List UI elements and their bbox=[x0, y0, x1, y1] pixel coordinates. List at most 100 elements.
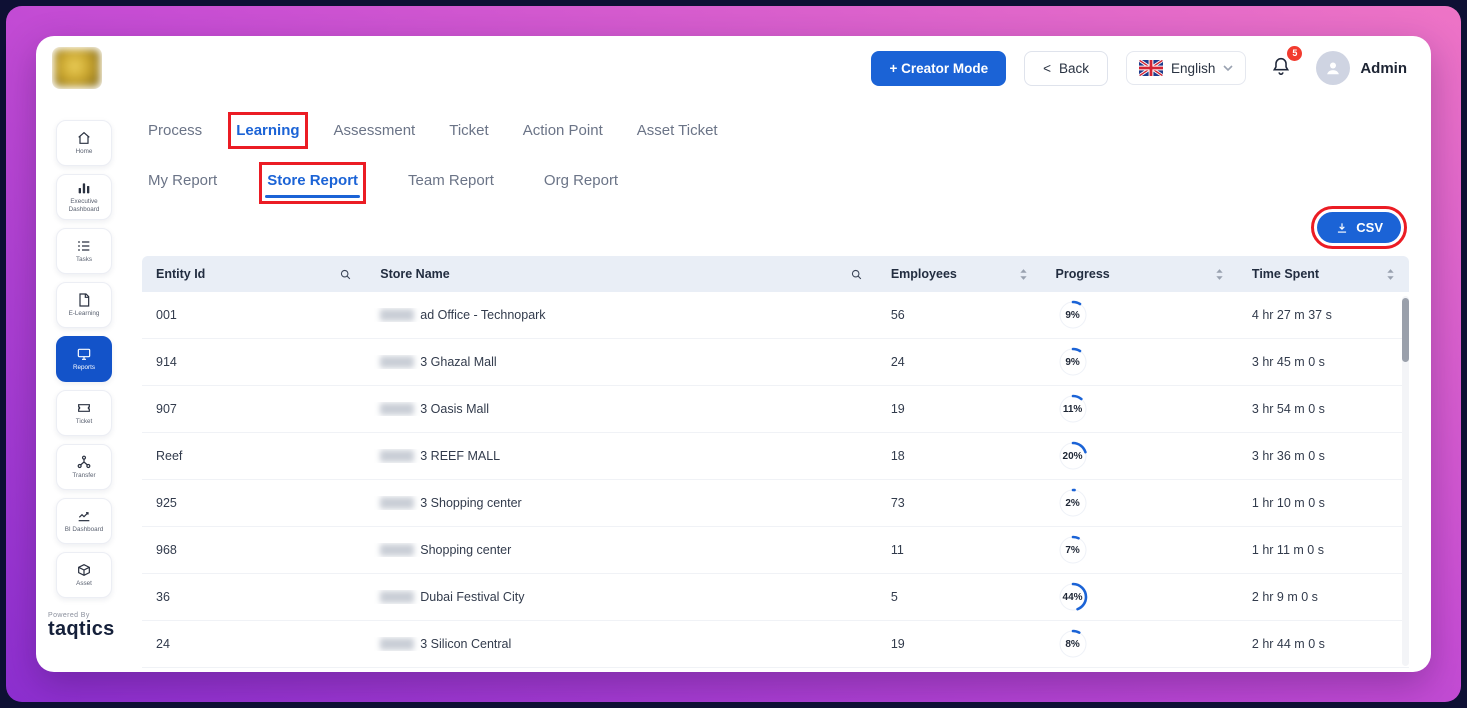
subtab-my-report[interactable]: My Report bbox=[146, 168, 219, 198]
progress-label: 8% bbox=[1056, 627, 1090, 661]
progress-cell: 8% bbox=[1042, 627, 1238, 661]
entity-id-cell: 914 bbox=[142, 355, 366, 369]
sidebar-item-transfer[interactable]: Transfer bbox=[56, 444, 112, 490]
scrollbar-thumb[interactable] bbox=[1402, 298, 1409, 362]
notifications-button[interactable]: 5 bbox=[1264, 51, 1298, 86]
avatar bbox=[1316, 51, 1350, 85]
progress-cell: 44% bbox=[1042, 580, 1238, 614]
table-row[interactable]: 36Dubai Festival City544%2 hr 9 m 0 s bbox=[142, 574, 1409, 621]
tab-assessment[interactable]: Assessment bbox=[332, 118, 418, 143]
store-name-cell: ad Office - Technopark bbox=[366, 308, 877, 322]
column-header-progress[interactable]: Progress bbox=[1042, 267, 1238, 281]
app-logo-image bbox=[54, 49, 100, 87]
table-row[interactable]: 243 Silicon Central198%2 hr 44 m 0 s bbox=[142, 621, 1409, 668]
tab-process[interactable]: Process bbox=[146, 118, 204, 143]
back-button-label: Back bbox=[1059, 61, 1089, 76]
progress-cell: 9% bbox=[1042, 298, 1238, 332]
employees-cell: 56 bbox=[877, 308, 1042, 322]
employees-cell: 73 bbox=[877, 496, 1042, 510]
back-button[interactable]: < Back bbox=[1024, 51, 1108, 86]
subtab-team-report[interactable]: Team Report bbox=[406, 168, 496, 198]
progress-ring: 11% bbox=[1056, 392, 1090, 426]
column-header-employees[interactable]: Employees bbox=[877, 267, 1042, 281]
user-label: Admin bbox=[1360, 60, 1407, 77]
tab-asset-ticket[interactable]: Asset Ticket bbox=[635, 118, 720, 143]
table-row[interactable]: 9143 Ghazal Mall249%3 hr 45 m 0 s bbox=[142, 339, 1409, 386]
table-row[interactable]: 9253 Shopping center732%1 hr 10 m 0 s bbox=[142, 480, 1409, 527]
time-spent-cell: 2 hr 9 m 0 s bbox=[1238, 590, 1409, 604]
store-name-cell: 3 Shopping center bbox=[366, 496, 877, 510]
employees-cell: 19 bbox=[877, 402, 1042, 416]
table-row[interactable]: Reef3 REEF MALL1820%3 hr 36 m 0 s bbox=[142, 433, 1409, 480]
search-icon[interactable] bbox=[339, 268, 352, 281]
employees-cell: 18 bbox=[877, 449, 1042, 463]
search-icon[interactable] bbox=[850, 268, 863, 281]
store-name-text: ad Office - Technopark bbox=[420, 308, 545, 322]
store-name-cell: 3 Ghazal Mall bbox=[366, 355, 877, 369]
progress-ring: 9% bbox=[1056, 345, 1090, 379]
progress-label: 20% bbox=[1056, 439, 1090, 473]
sort-icon[interactable] bbox=[1386, 268, 1395, 281]
subtab-store-report[interactable]: Store Report bbox=[265, 168, 360, 198]
sidebar-item-home[interactable]: Home bbox=[56, 120, 112, 166]
language-selector[interactable]: English bbox=[1126, 51, 1246, 85]
table-row[interactable]: 9073 Oasis Mall1911%3 hr 54 m 0 s bbox=[142, 386, 1409, 433]
subtab-org-report[interactable]: Org Report bbox=[542, 168, 620, 198]
uk-flag-icon bbox=[1139, 60, 1163, 76]
progress-ring: 9% bbox=[1056, 298, 1090, 332]
download-icon bbox=[1335, 221, 1349, 235]
time-spent-cell: 3 hr 36 m 0 s bbox=[1238, 449, 1409, 463]
entity-id-cell: 001 bbox=[142, 308, 366, 322]
reports-icon bbox=[76, 346, 92, 362]
entity-id-cell: 36 bbox=[142, 590, 366, 604]
tab-action-point[interactable]: Action Point bbox=[521, 118, 605, 143]
redacted-text bbox=[380, 638, 414, 650]
tab-learning[interactable]: Learning bbox=[234, 118, 301, 143]
progress-ring: 7% bbox=[1056, 533, 1090, 567]
tab-ticket[interactable]: Ticket bbox=[447, 118, 490, 143]
sort-icon[interactable] bbox=[1215, 268, 1224, 281]
column-header-time-spent[interactable]: Time Spent bbox=[1238, 267, 1409, 281]
report-type-tabs: Process Learning Assessment Ticket Action Po… bbox=[142, 114, 1409, 152]
employees-cell: 5 bbox=[877, 590, 1042, 604]
user-menu[interactable]: Admin bbox=[1316, 51, 1407, 85]
time-spent-cell: 3 hr 54 m 0 s bbox=[1238, 402, 1409, 416]
redacted-text bbox=[380, 356, 414, 368]
column-header-entity-id[interactable]: Entity Id bbox=[142, 267, 366, 281]
table-body: 001ad Office - Technopark569%4 hr 27 m 3… bbox=[142, 292, 1409, 672]
sidebar: Home Executive Dashboard Tasks E-Learning Re… bbox=[36, 100, 132, 672]
sidebar-item-tasks[interactable]: Tasks bbox=[56, 228, 112, 274]
sidebar-item-ticket[interactable]: Ticket bbox=[56, 390, 112, 436]
store-name-text: Shopping center bbox=[420, 543, 511, 557]
progress-ring: 44% bbox=[1056, 580, 1090, 614]
store-name-text: 3 Oasis Mall bbox=[420, 402, 489, 416]
sidebar-item-reports[interactable]: Reports bbox=[56, 336, 112, 382]
sidebar-item-bi-dashboard[interactable]: BI Dashboard bbox=[56, 498, 112, 544]
csv-export-button[interactable]: CSV bbox=[1317, 212, 1401, 243]
chevron-down-icon bbox=[1223, 65, 1233, 72]
progress-label: 9% bbox=[1056, 298, 1090, 332]
table-row-partial bbox=[142, 668, 1409, 672]
column-header-store-name[interactable]: Store Name bbox=[366, 267, 877, 281]
store-name-cell: 3 REEF MALL bbox=[366, 449, 877, 463]
sidebar-item-label: Tasks bbox=[76, 256, 92, 264]
sidebar-item-label: Executive Dashboard bbox=[58, 198, 110, 213]
entity-id-cell: 925 bbox=[142, 496, 366, 510]
notification-badge: 5 bbox=[1287, 46, 1302, 61]
column-label: Progress bbox=[1056, 267, 1110, 281]
sidebar-item-label: E-Learning bbox=[69, 310, 100, 318]
sidebar-item-e-learning[interactable]: E-Learning bbox=[56, 282, 112, 328]
redacted-text bbox=[380, 309, 414, 321]
column-label: Store Name bbox=[380, 267, 449, 281]
creator-mode-button[interactable]: + Creator Mode bbox=[871, 51, 1006, 86]
time-spent-cell: 3 hr 45 m 0 s bbox=[1238, 355, 1409, 369]
store-name-text: 3 Shopping center bbox=[420, 496, 521, 510]
report-scope-subtabs: My Report Store Report Team Report Org Repo… bbox=[142, 164, 1409, 202]
sidebar-item-asset[interactable]: Asset bbox=[56, 552, 112, 598]
sort-icon[interactable] bbox=[1019, 268, 1028, 281]
table-row[interactable]: 968Shopping center117%1 hr 11 m 0 s bbox=[142, 527, 1409, 574]
employees-cell: 11 bbox=[877, 543, 1042, 557]
table-row[interactable]: 001ad Office - Technopark569%4 hr 27 m 3… bbox=[142, 292, 1409, 339]
store-name-text: 3 Silicon Central bbox=[420, 637, 511, 651]
sidebar-item-executive-dashboard[interactable]: Executive Dashboard bbox=[56, 174, 112, 220]
